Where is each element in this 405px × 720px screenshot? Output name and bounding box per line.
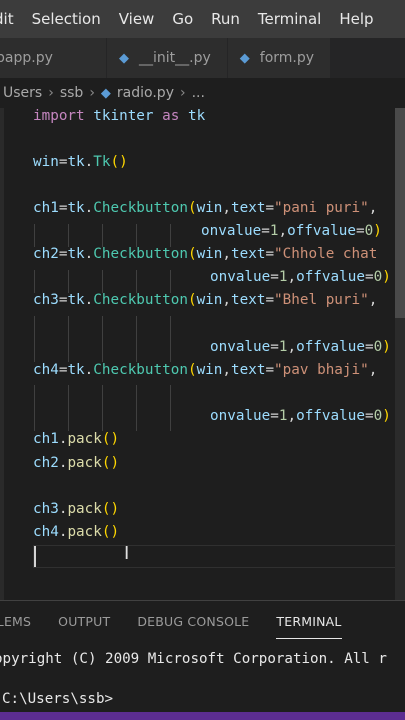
breadcrumb: Users › ssb › ◆ radio.py › ... [0, 78, 405, 108]
python-file-icon: ◆ [119, 50, 129, 66]
code-line-pack3: ch3.pack() [33, 501, 120, 517]
indent-guide [170, 316, 171, 362]
code-line-import: import tkinter as tk [33, 108, 206, 124]
tab-problems[interactable]: BLEMS [0, 614, 31, 629]
code-line-ch4-cont: onvalue=1,offvalue=0) [210, 408, 391, 424]
chevron-right-icon: › [48, 85, 54, 101]
code-line-ch2-cont: onvalue=1,offvalue=0) [210, 269, 391, 285]
indent-guide [102, 316, 103, 362]
indent-guide [170, 385, 171, 431]
menu-bar: dit Selection View Go Run Terminal Help [0, 0, 405, 38]
code-editor[interactable]: import tkinter as tk win=tk.Tk() ch1=tk.… [0, 108, 405, 600]
code-line-ch1-cont: onvalue=1,offvalue=0) [201, 223, 382, 239]
tab-terminal[interactable]: TERMINAL [276, 614, 342, 639]
menu-terminal[interactable]: Terminal [258, 10, 321, 28]
tab-init[interactable]: ◆ __init__.py [107, 38, 228, 78]
indent-guide [102, 385, 103, 431]
ibeam-cursor-icon: I [124, 543, 130, 564]
chevron-right-icon: › [89, 85, 95, 101]
text-caret [34, 546, 36, 567]
tab-label: bapp.py [0, 50, 53, 66]
breadcrumb-file[interactable]: radio.py [117, 85, 174, 101]
code-line-pack1: ch1.pack() [33, 431, 120, 447]
terminal-output-line: opyright (C) 2009 Microsoft Corporation.… [0, 651, 387, 667]
status-bar [0, 712, 405, 720]
editor-scrollbar[interactable] [395, 108, 405, 600]
indent-guide [136, 316, 137, 362]
chevron-right-icon: › [179, 85, 186, 101]
editor-gutter [0, 108, 4, 600]
menu-go[interactable]: Go [172, 10, 193, 28]
menu-view[interactable]: View [119, 10, 155, 28]
menu-edit[interactable]: dit [0, 10, 14, 28]
code-line-ch1: ch1=tk.Checkbutton(win,text="pani puri", [33, 200, 378, 216]
panel-tab-bar: BLEMS OUTPUT DEBUG CONSOLE TERMINAL [0, 601, 405, 641]
indent-guide [68, 316, 69, 362]
code-line-win: win=tk.Tk() [33, 154, 128, 170]
code-line-ch2: ch2=tk.Checkbutton(win,text="Chhole chat [33, 246, 378, 262]
indent-guide [34, 385, 35, 431]
indent-guide [34, 316, 35, 362]
scrollbar-thumb[interactable] [395, 108, 405, 318]
code-line-ch3-cont: onvalue=1,offvalue=0) [210, 339, 391, 355]
tab-output[interactable]: OUTPUT [58, 614, 110, 629]
bottom-panel: BLEMS OUTPUT DEBUG CONSOLE TERMINAL opyr… [0, 600, 405, 713]
menu-run[interactable]: Run [211, 10, 240, 28]
indent-guide [68, 385, 69, 431]
breadcrumb-more[interactable]: ... [192, 85, 205, 101]
breadcrumb-ssb[interactable]: ssb [60, 85, 83, 101]
code-line-pack4: ch4.pack() [33, 524, 120, 540]
tab-bapp[interactable]: bapp.py [0, 38, 107, 78]
menu-help[interactable]: Help [339, 10, 373, 28]
terminal-prompt[interactable]: C:\Users\ssb> [2, 691, 113, 707]
menu-selection[interactable]: Selection [32, 10, 101, 28]
code-line-pack2: ch2.pack() [33, 455, 120, 471]
code-line-ch4: ch4=tk.Checkbutton(win,text="pav bhaji", [33, 362, 378, 378]
tab-form[interactable]: ◆ form.py [227, 38, 332, 78]
current-line-highlight [33, 545, 405, 568]
tab-label: __init__.py [139, 50, 211, 66]
editor-tab-bar: bapp.py ◆ __init__.py ◆ form.py [0, 38, 405, 78]
code-line-ch3: ch3=tk.Checkbutton(win,text="Bhel puri", [33, 292, 378, 308]
python-file-icon: ◆ [239, 50, 250, 66]
tab-debug-console[interactable]: DEBUG CONSOLE [137, 614, 249, 629]
breadcrumb-users[interactable]: Users [3, 85, 42, 101]
python-file-icon: ◆ [100, 85, 111, 101]
tab-label: form.py [259, 50, 315, 66]
indent-guide [136, 385, 137, 431]
